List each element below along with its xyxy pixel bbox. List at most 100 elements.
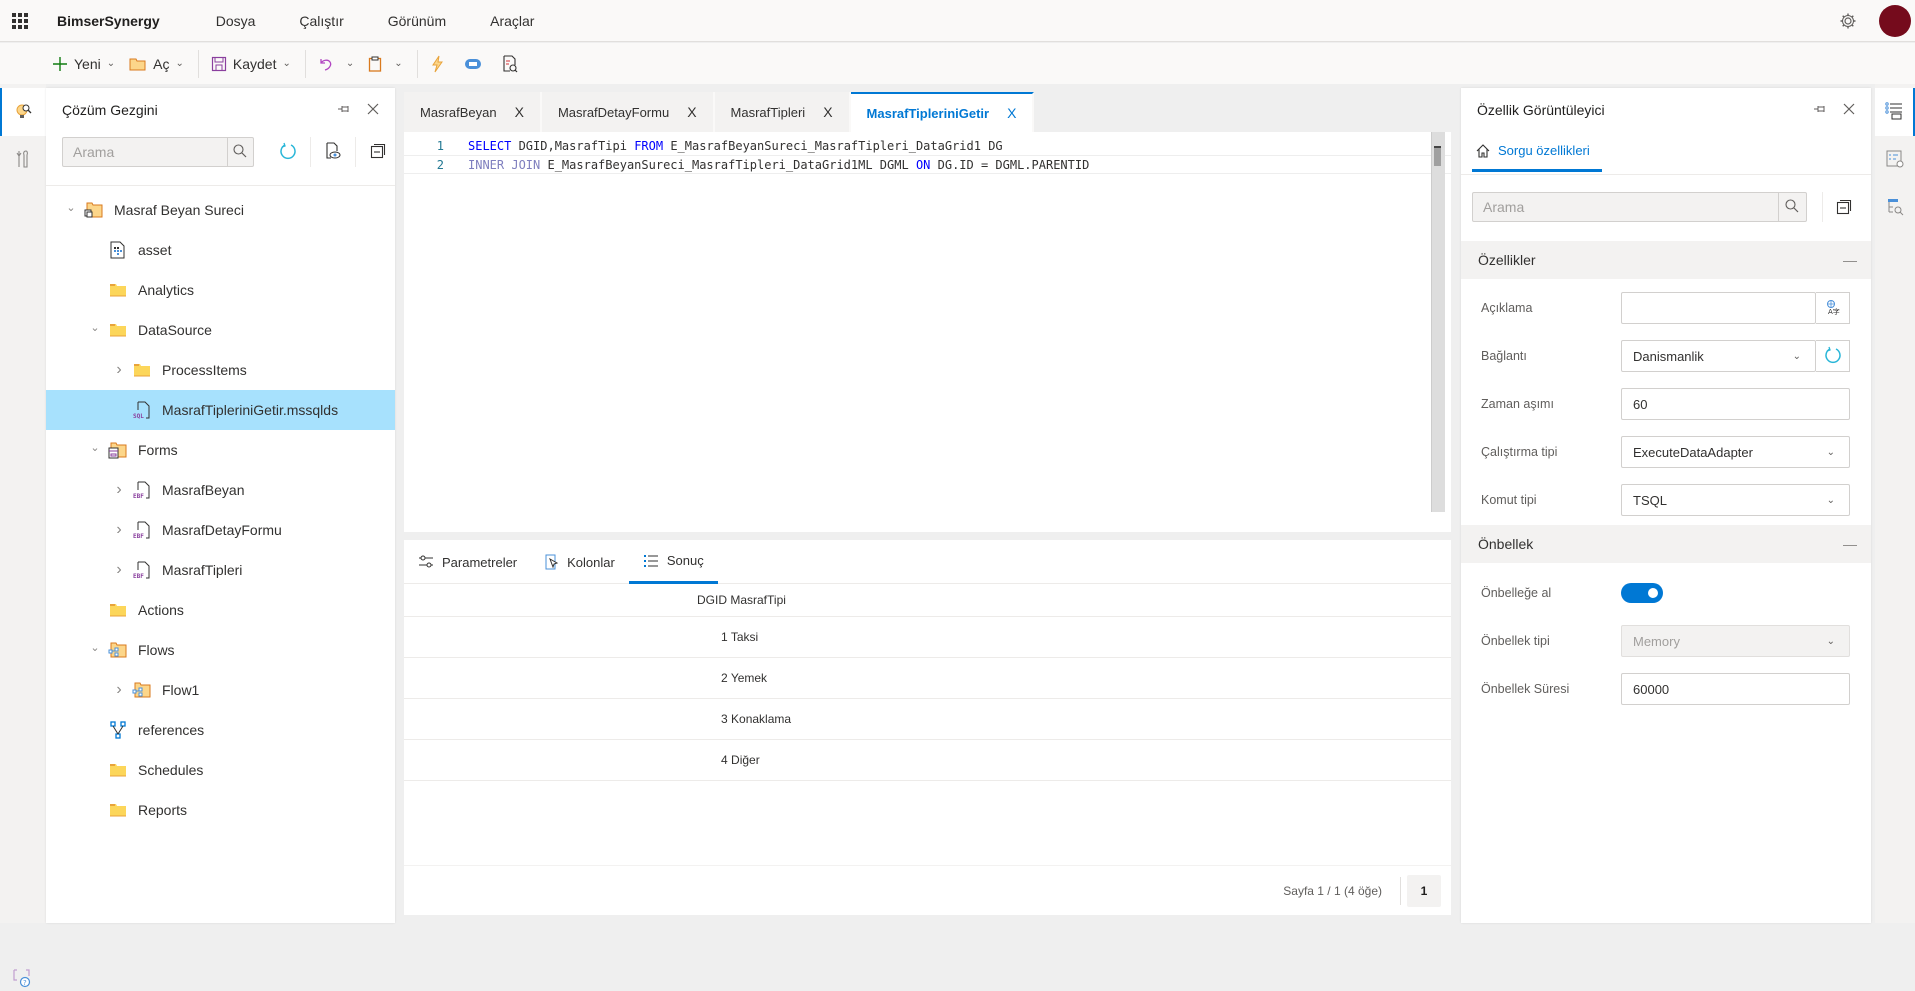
tree-node[interactable]: › Flow1 (46, 670, 395, 710)
tree-node[interactable]: › EBF MasrafDetayFormu (46, 510, 395, 550)
chevron-right-icon[interactable]: › (112, 521, 126, 539)
properties-search-input[interactable] (1473, 193, 1778, 221)
user-avatar[interactable] (1879, 5, 1911, 37)
close-tab-icon[interactable]: X (687, 104, 696, 120)
baglanti-dropdown[interactable]: Danismanlik ⌄ (1621, 340, 1816, 372)
menu-calistir[interactable]: Çalıştır (277, 13, 365, 29)
preview-button[interactable] (311, 137, 355, 167)
editor-tab[interactable]: MasrafTipleri X (714, 92, 851, 132)
tree-node[interactable]: Actions (46, 590, 395, 630)
new-label: Yeni (74, 55, 101, 72)
editor-tab[interactable]: MasrafTipleriniGetir X (850, 92, 1035, 132)
chevron-right-icon[interactable]: › (112, 681, 126, 699)
tree-node[interactable]: ⌄ Masraf Beyan Sureci (46, 190, 395, 230)
table-row[interactable]: 3 Konaklama (404, 699, 1451, 740)
section-properties[interactable]: Özellikler — (1461, 241, 1871, 279)
open-button[interactable]: Aç ⌄ (129, 56, 184, 72)
chevron-down-icon[interactable]: ⌄ (88, 441, 102, 454)
page-button-current[interactable]: 1 (1407, 874, 1441, 907)
pin-icon[interactable] (337, 102, 351, 119)
explorer-title: Çözüm Gezgini (62, 102, 158, 118)
tree-node[interactable]: Reports (46, 790, 395, 830)
aciklama-input[interactable] (1621, 292, 1816, 324)
table-row[interactable]: 2 Yemek (404, 658, 1451, 699)
chevron-down-icon[interactable]: ⌄ (88, 641, 102, 654)
results-tab[interactable]: Sonuç (628, 540, 718, 584)
collapse-all-icon[interactable] (1836, 199, 1852, 218)
undo-button[interactable]: ⌄ (318, 56, 354, 72)
table-row[interactable]: 1 Taksi (404, 617, 1451, 658)
tree-node[interactable]: ⌄ Forms (46, 430, 395, 470)
home-icon (1476, 143, 1490, 158)
editor-vertical-scrollbar[interactable] (1431, 132, 1445, 512)
section-cache[interactable]: Önbellek — (1461, 525, 1871, 563)
rail-search-tree[interactable] (1875, 184, 1915, 232)
save-button[interactable]: Kaydet ⌄ (211, 56, 291, 72)
editor-tab[interactable]: MasrafBeyan X (404, 92, 542, 132)
rail-tools[interactable] (0, 136, 46, 184)
help-icon[interactable]: ? (12, 968, 32, 991)
tree-node[interactable]: Analytics (46, 270, 395, 310)
scrollbar-thumb[interactable] (1434, 146, 1441, 166)
code-line[interactable]: 2 INNER JOIN E_MasrafBeyanSureci_MasrafTi… (404, 155, 1451, 174)
chevron-right-icon[interactable]: › (112, 361, 126, 379)
tree-node[interactable]: › EBF MasrafBeyan (46, 470, 395, 510)
close-icon[interactable] (367, 102, 379, 119)
explorer-search-input[interactable] (63, 138, 227, 166)
collapse-icon[interactable]: — (1843, 252, 1857, 268)
column-header[interactable]: DGID MasrafTipi (697, 593, 786, 607)
results-tab[interactable]: Kolonlar (531, 540, 629, 584)
chevron-right-icon[interactable]: › (112, 481, 126, 499)
rename-button[interactable] (464, 58, 488, 70)
editor-tab[interactable]: MasrafDetayFormu X (541, 92, 715, 132)
onbellek-suresi-input[interactable]: 60000 (1621, 673, 1850, 705)
collapse-all-button[interactable] (356, 137, 400, 167)
calistirma-tipi-dropdown[interactable]: ExecuteDataAdapter ⌄ (1621, 436, 1850, 468)
code-line[interactable]: 1 SELECT DGID,MasrafTipi FROM E_MasrafBey… (404, 136, 1451, 155)
properties-title: Özellik Görüntüleyici (1477, 102, 1605, 118)
tree-node[interactable]: references (46, 710, 395, 750)
komut-tipi-dropdown[interactable]: TSQL ⌄ (1621, 484, 1850, 516)
close-tab-icon[interactable]: X (1007, 105, 1016, 121)
zaman-asimi-input[interactable]: 60 (1621, 388, 1850, 420)
rail-settings-list[interactable] (1875, 136, 1915, 184)
chevron-right-icon[interactable]: › (112, 561, 126, 579)
tree-node[interactable]: ⌄ Flows (46, 630, 395, 670)
tree-node[interactable]: asset (46, 230, 395, 270)
run-button[interactable] (430, 55, 450, 73)
collapse-icon[interactable]: — (1843, 536, 1857, 552)
app-launcher-button[interactable] (0, 0, 40, 42)
rail-property-viewer[interactable] (1875, 88, 1915, 136)
results-tab[interactable]: Parametreler (404, 540, 531, 584)
translate-button[interactable]: A字 (1816, 292, 1850, 324)
chevron-down-icon[interactable]: ⌄ (64, 201, 78, 214)
menu-araclar[interactable]: Araçlar (468, 13, 556, 29)
results-panel: Parametreler Kolonlar Sonuç DGID MasrafTip… (404, 540, 1451, 915)
refresh-button[interactable] (266, 137, 310, 167)
tree-node[interactable]: › EBF MasrafTipleri (46, 550, 395, 590)
menu-dosya[interactable]: Dosya (194, 13, 278, 29)
close-tab-icon[interactable]: X (823, 104, 832, 120)
table-row[interactable]: 4 Diğer (404, 740, 1451, 781)
rail-solution-explorer[interactable] (0, 88, 46, 136)
search-button[interactable] (1777, 193, 1806, 221)
sql-code-editor[interactable]: 1 SELECT DGID,MasrafTipi FROM E_MasrafBey… (404, 132, 1451, 532)
preview-query-button[interactable] (502, 54, 524, 73)
tree-node[interactable]: SQL MasrafTipleriniGetir.mssqlds (46, 390, 395, 430)
menu-gorunum[interactable]: Görünüm (366, 13, 468, 29)
lightning-icon (430, 55, 444, 73)
settings-gear-icon[interactable] (1839, 12, 1857, 30)
close-tab-icon[interactable]: X (515, 104, 524, 120)
pin-icon[interactable] (1813, 102, 1827, 119)
refresh-connection-button[interactable] (1816, 340, 1850, 372)
chevron-down-icon[interactable]: ⌄ (88, 321, 102, 334)
paste-button[interactable]: ⌄ (368, 56, 403, 72)
tree-node[interactable]: ⌄ DataSource (46, 310, 395, 350)
tab-query-properties[interactable]: Sorgu özellikleri (1472, 132, 1602, 172)
new-button[interactable]: Yeni ⌄ (52, 56, 115, 72)
tree-node[interactable]: Schedules (46, 750, 395, 790)
close-icon[interactable] (1843, 102, 1855, 119)
search-button[interactable] (226, 138, 253, 166)
onbellege-al-toggle[interactable] (1621, 583, 1663, 603)
tree-node[interactable]: › ProcessItems (46, 350, 395, 390)
